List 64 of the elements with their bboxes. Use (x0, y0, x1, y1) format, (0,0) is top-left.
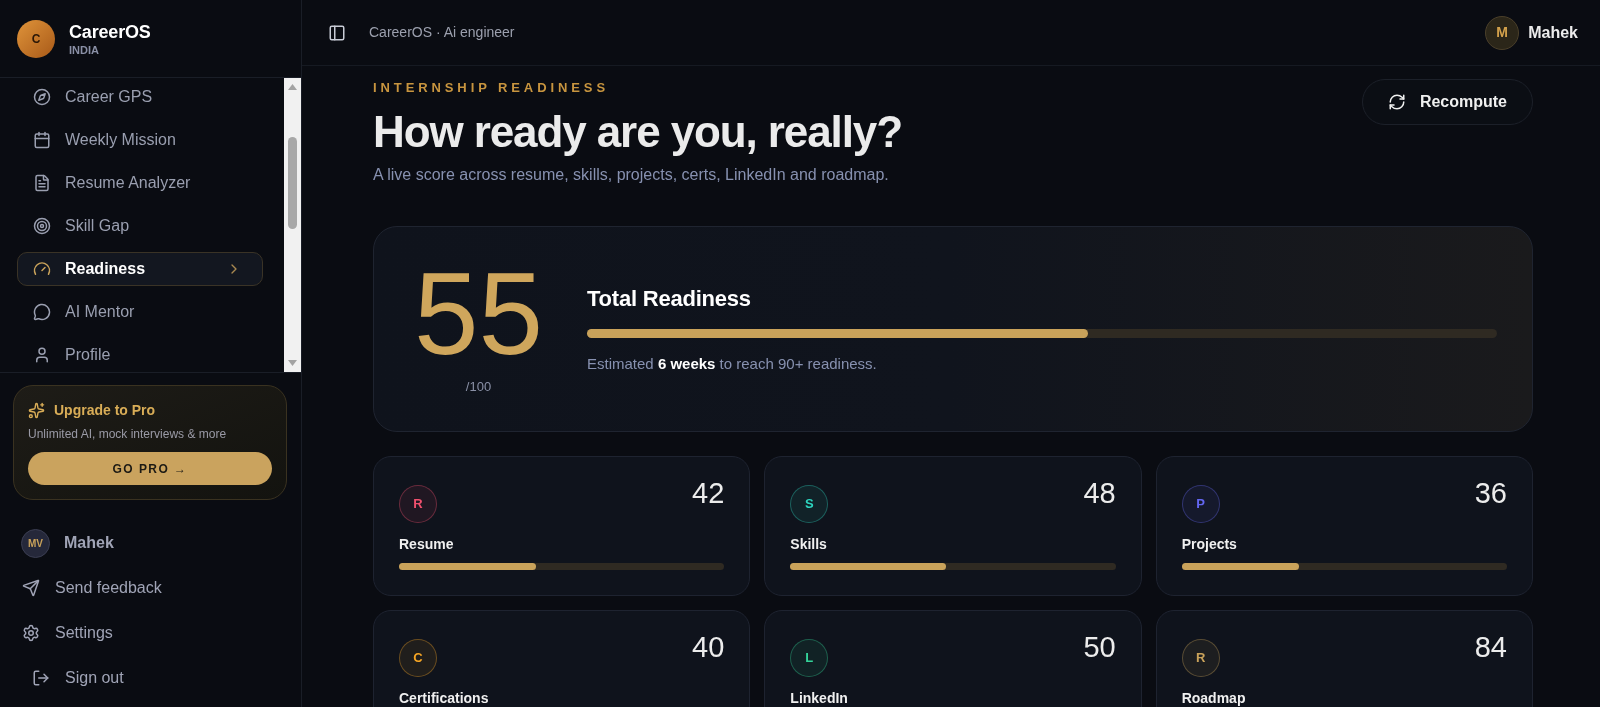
breadcrumb: CareerOS · Ai engineer (369, 23, 515, 42)
category-score: 50 (1083, 633, 1116, 661)
document-icon (33, 174, 51, 192)
category-score: 84 (1474, 633, 1507, 661)
letter-badge: L (790, 639, 829, 677)
chat-bubble-icon (33, 303, 51, 321)
letter-badge: R (1181, 639, 1220, 677)
paper-plane-icon (22, 579, 40, 597)
user-avatar: MV (21, 528, 50, 558)
sidebar-link[interactable]: Sign out (0, 660, 301, 696)
person-icon (33, 346, 51, 364)
brand-name: CareerOS (69, 20, 151, 43)
letter-badge: R (399, 485, 437, 523)
category-score: 42 (692, 479, 725, 507)
category-label: Resume (399, 536, 455, 552)
category-score: 48 (1083, 479, 1116, 507)
user-avatar[interactable]: M (1485, 15, 1520, 50)
score-max: /100 (465, 378, 492, 395)
settings-icon (22, 624, 40, 642)
brand-logo: C (17, 19, 55, 58)
nav-item[interactable]: Resume Analyzer (17, 166, 263, 200)
sidebar-link[interactable]: Send feedback (0, 570, 301, 606)
compass-icon (33, 88, 51, 106)
scroll-down-arrow-icon[interactable] (288, 360, 297, 366)
user-name: Mahek (1528, 22, 1578, 43)
upgrade-title: Upgrade to Pro (54, 400, 156, 420)
page-subtitle: A live score across resume, skills, projects, certs, LinkedIn and roadmap. (373, 165, 890, 185)
category-label: Projects (1181, 536, 1238, 552)
scrollbar-thumb[interactable] (288, 137, 297, 229)
nav-item[interactable]: Career GPS (17, 80, 263, 114)
sparkles-icon (28, 401, 45, 419)
go-pro-button[interactable]: GO PRO → (28, 452, 272, 485)
category-label: Skills (790, 536, 828, 552)
letter-badge: P (1181, 485, 1220, 523)
total-score: 55 (414, 263, 543, 364)
category-score: 40 (692, 633, 725, 661)
category-label: Certifications (399, 690, 490, 706)
nav-item[interactable]: Weekly Mission (17, 123, 263, 157)
letter-badge: C (399, 639, 437, 677)
upgrade-description: Unlimited AI, mock interviews & more (28, 426, 228, 442)
estimate-text: Estimated 6 weeks to reach 90+ readiness. (587, 353, 878, 374)
logout-icon (32, 669, 50, 687)
scrollbar[interactable] (284, 78, 301, 372)
scroll-up-arrow-icon[interactable] (288, 84, 297, 90)
eyebrow-label: INTERNSHIP READINESS (373, 80, 610, 96)
target-icon (33, 217, 51, 235)
nav-item[interactable]: Skill Gap (17, 209, 263, 243)
refresh-icon (1387, 93, 1406, 111)
category-score: 36 (1474, 479, 1507, 507)
letter-badge: S (790, 485, 829, 523)
total-title: Total Readiness (587, 284, 752, 313)
recompute-button[interactable]: Recompute (1361, 79, 1533, 125)
nav-item[interactable]: Readiness (17, 252, 263, 286)
user-name: Mahek (64, 533, 114, 553)
nav-item[interactable]: AI Mentor (17, 295, 263, 329)
category-label: LinkedIn (790, 690, 849, 706)
sidebar-link[interactable]: Settings (0, 615, 301, 651)
brand-region: INDIA (69, 42, 100, 57)
page-title: How ready are you, really? (373, 106, 902, 158)
category-label: Roadmap (1181, 690, 1247, 706)
nav-item[interactable]: Profile (17, 338, 263, 372)
gauge-icon (33, 260, 51, 278)
calendar-icon (33, 131, 51, 149)
panel-left-icon[interactable] (328, 23, 346, 42)
